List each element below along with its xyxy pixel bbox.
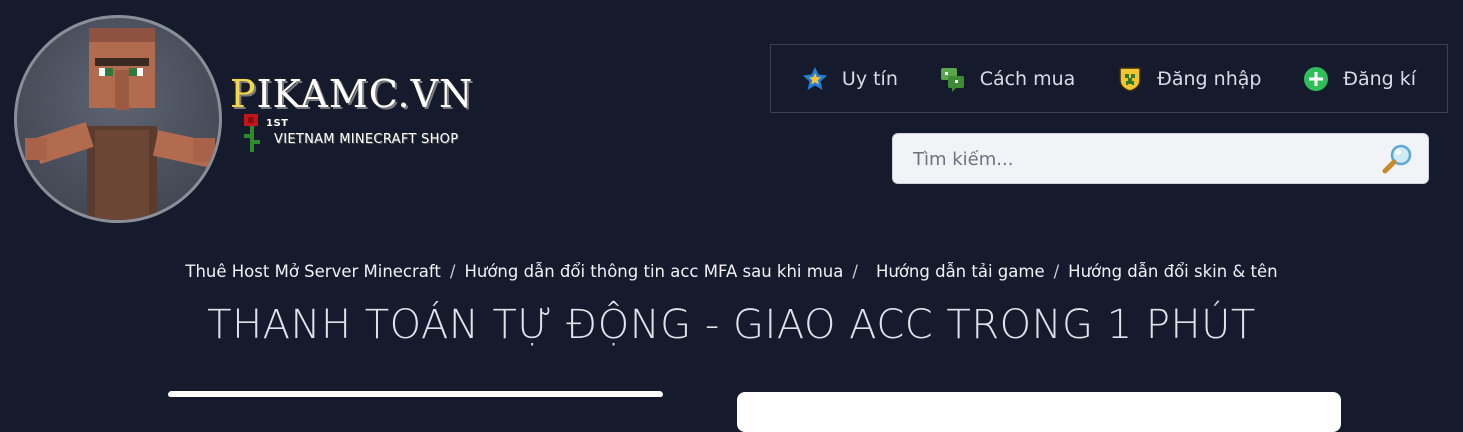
magnifier-icon[interactable] [1382,143,1414,175]
logo-badge: 1ST [266,118,289,129]
villager-avatar-icon [25,28,216,220]
nav-label: Uy tín [841,67,898,90]
nav-label: Cách mua [979,67,1076,90]
breadcrumb-separator: / [852,262,858,281]
content-panel-right [737,392,1341,432]
nav-label: Đăng nhập [1157,67,1262,90]
top-nav: Uy tín Cách mua Đăng nhập Đăng kí [770,44,1448,113]
plus-circle-icon [1304,66,1329,91]
breadcrumb-link-mfa[interactable]: Hướng dẫn đổi thông tin acc MFA sau khi … [464,262,843,281]
nav-label: Đăng kí [1343,67,1417,90]
breadcrumb-link-skin[interactable]: Hướng dẫn đổi skin & tên [1068,262,1277,281]
rose-icon [244,114,260,152]
chat-bubble-icon [940,67,964,92]
page-headline: THANH TOÁN TỰ ĐỘNG - GIAO ACC TRONG 1 PH… [207,302,1256,348]
content-panel-left [168,391,663,397]
nav-dang-nhap[interactable]: Đăng nhập [1117,66,1261,92]
search-input[interactable] [893,134,1385,185]
breadcrumb-separator: / [449,262,456,281]
logo-title: PIKAMC.VN [230,72,474,116]
star-badge-icon [802,66,827,90]
breadcrumb-link-download[interactable]: Hướng dẫn tải game [876,262,1045,281]
site-logo[interactable]: PIKAMC.VN 1ST VIETNAM MINECRAFT SHOP [230,68,520,168]
search-box [892,133,1429,185]
nav-dang-ki[interactable]: Đăng kí [1303,66,1416,92]
creeper-shield-icon [1119,66,1141,92]
nav-cach-mua[interactable]: Cách mua [940,66,1076,92]
logo-subtitle: VIETNAM MINECRAFT SHOP [274,132,459,147]
villager-avatar[interactable] [14,15,222,223]
breadcrumb-link-host[interactable]: Thuê Host Mở Server Minecraft [185,262,441,281]
breadcrumb: Thuê Host Mở Server Minecraft / Hướng dẫ… [0,262,1463,281]
breadcrumb-separator: / [1053,262,1060,281]
nav-uy-tin[interactable]: Uy tín [802,66,898,92]
